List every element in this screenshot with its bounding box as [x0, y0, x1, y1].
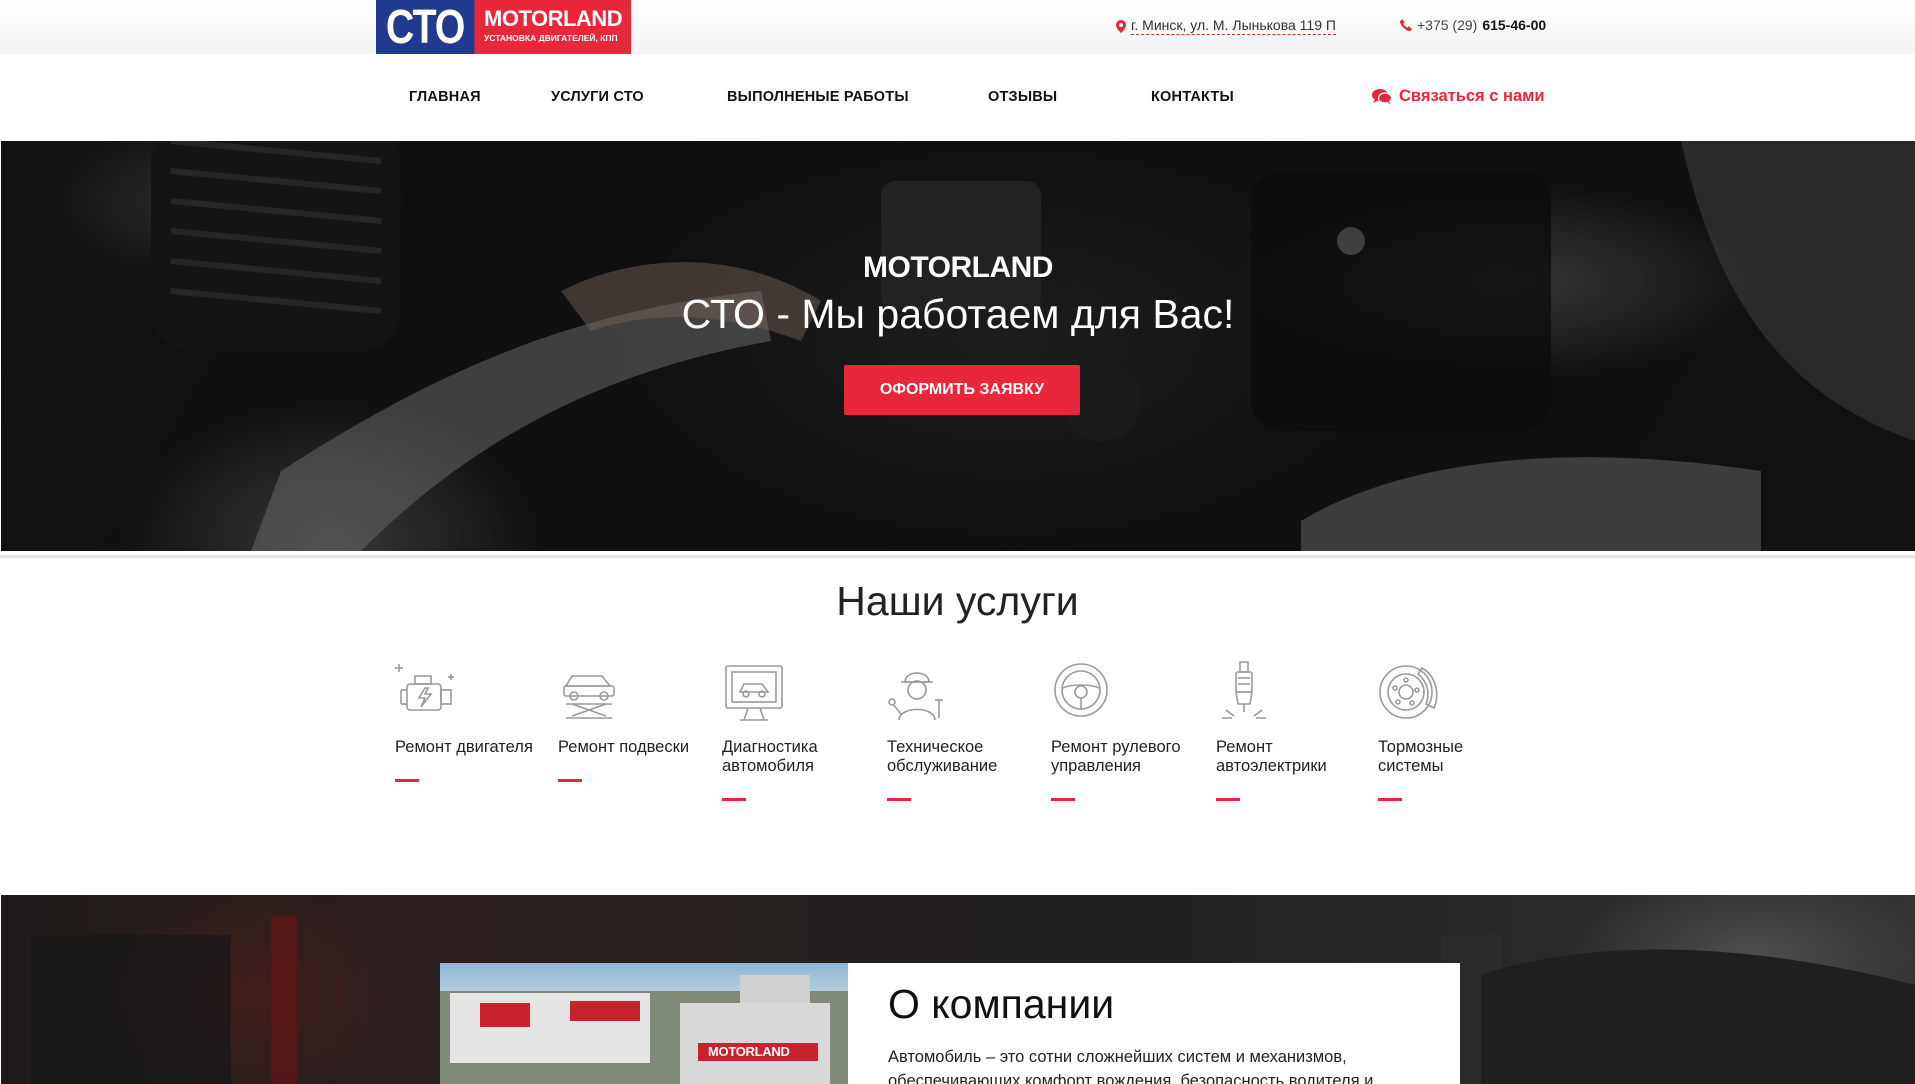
service-label: Ремонт двигателя [395, 738, 533, 756]
service-underline [1216, 798, 1240, 801]
service-maintenance[interactable]: Техническое обслуживание [887, 660, 1037, 801]
spark-plug-icon [1222, 661, 1266, 719]
building-sign: MOTORLAND [708, 1044, 790, 1059]
hero-title: СТО - Мы работаем для Вас! [681, 291, 1235, 337]
top-bar: СТО MOTORLAND УСТАНОВКА ДВИГАТЕЛЕЙ, КПП … [0, 0, 1915, 54]
service-underline [395, 779, 419, 782]
service-brake-systems[interactable]: Тормозные системы [1378, 660, 1528, 801]
nav-item-contacts[interactable]: КОНТАКТЫ [1151, 89, 1234, 105]
nav-item-completed-works[interactable]: ВЫПОЛНЕНЫЕ РАБОТЫ [727, 89, 909, 105]
service-steering-repair[interactable]: Ремонт рулевого управления [1051, 660, 1201, 801]
service-label: Ремонт автоэлектрики [1216, 738, 1327, 775]
service-underline [887, 798, 911, 801]
service-underline [722, 798, 746, 801]
site-logo[interactable]: СТО MOTORLAND УСТАНОВКА ДВИГАТЕЛЕЙ, КПП [376, 0, 631, 54]
about-body: Автомобиль – это сотни сложнейших систем… [888, 1048, 1374, 1084]
hero-banner: MOTORLAND СТО - Мы работаем для Вас! ОФО… [1, 141, 1915, 551]
about-text-block: О компании Автомобиль – это сотни сложне… [848, 963, 1460, 1084]
service-engine-repair[interactable]: Ремонт двигателя [395, 660, 545, 782]
about-title: О компании [888, 981, 1115, 1027]
logo-sto-text: СТО [376, 0, 475, 54]
about-card: MOTORLAND О компании Автомобиль – это со… [440, 963, 1460, 1084]
service-label: Техническое обслуживание [887, 738, 998, 775]
engine-icon [395, 664, 454, 711]
chat-bubbles-icon [1372, 88, 1392, 105]
service-auto-electrics[interactable]: Ремонт автоэлектрики [1216, 660, 1366, 801]
nav-item-services[interactable]: УСЛУГИ СТО [551, 89, 644, 105]
service-underline [1378, 798, 1402, 801]
contact-us-link[interactable]: Связаться с нами [1372, 87, 1545, 106]
phone[interactable]: +375 (29) 615-46-00 [1400, 17, 1546, 33]
phone-prefix: +375 (29) [1417, 17, 1478, 33]
logo-brand-block: MOTORLAND УСТАНОВКА ДВИГАТЕЛЕЙ, КПП [474, 0, 631, 54]
address[interactable]: г. Минск, ул. М. Лынькова 119 П [1116, 17, 1336, 35]
logo-tagline: УСТАНОВКА ДВИГАТЕЛЕЙ, КПП [484, 33, 618, 43]
service-car-diagnostics[interactable]: Диагностика автомобиля [722, 660, 872, 801]
address-text: г. Минск, ул. М. Лынькова 119 П [1131, 17, 1336, 35]
brake-disc-icon [1379, 665, 1438, 719]
section-divider [0, 555, 1915, 558]
main-nav: ГЛАВНАЯ УСЛУГИ СТО ВЫПОЛНЕНЫЕ РАБОТЫ ОТЗ… [0, 54, 1915, 141]
nav-item-home[interactable]: ГЛАВНАЯ [409, 89, 481, 105]
service-label: Ремонт рулевого управления [1051, 738, 1181, 775]
steering-wheel-icon [1054, 663, 1108, 717]
logo-brand-name: MOTORLAND [484, 6, 623, 31]
service-suspension-repair[interactable]: Ремонт подвески [558, 660, 708, 782]
service-label: Диагностика автомобиля [722, 738, 818, 775]
diagnostics-monitor-icon [725, 665, 783, 721]
service-underline [558, 779, 582, 782]
service-underline [1051, 798, 1075, 801]
contact-us-label: Связаться с нами [1399, 87, 1545, 105]
map-pin-icon [1116, 19, 1126, 33]
hero-background-image [151, 141, 1915, 551]
phone-number: 615-46-00 [1482, 17, 1547, 33]
hero-brand-logo: MOTORLAND [863, 251, 1053, 284]
company-building-photo: MOTORLAND [440, 963, 848, 1084]
car-lift-icon [563, 675, 615, 719]
nav-item-reviews[interactable]: ОТЗЫВЫ [988, 89, 1057, 105]
service-label: Тормозные системы [1378, 738, 1464, 775]
service-label: Ремонт подвески [558, 738, 690, 756]
order-request-button[interactable]: ОФОРМИТЬ ЗАЯВКУ [844, 365, 1080, 415]
services-title: Наши услуги [836, 578, 1079, 624]
phone-icon [1400, 19, 1412, 31]
mechanic-icon [888, 672, 943, 721]
